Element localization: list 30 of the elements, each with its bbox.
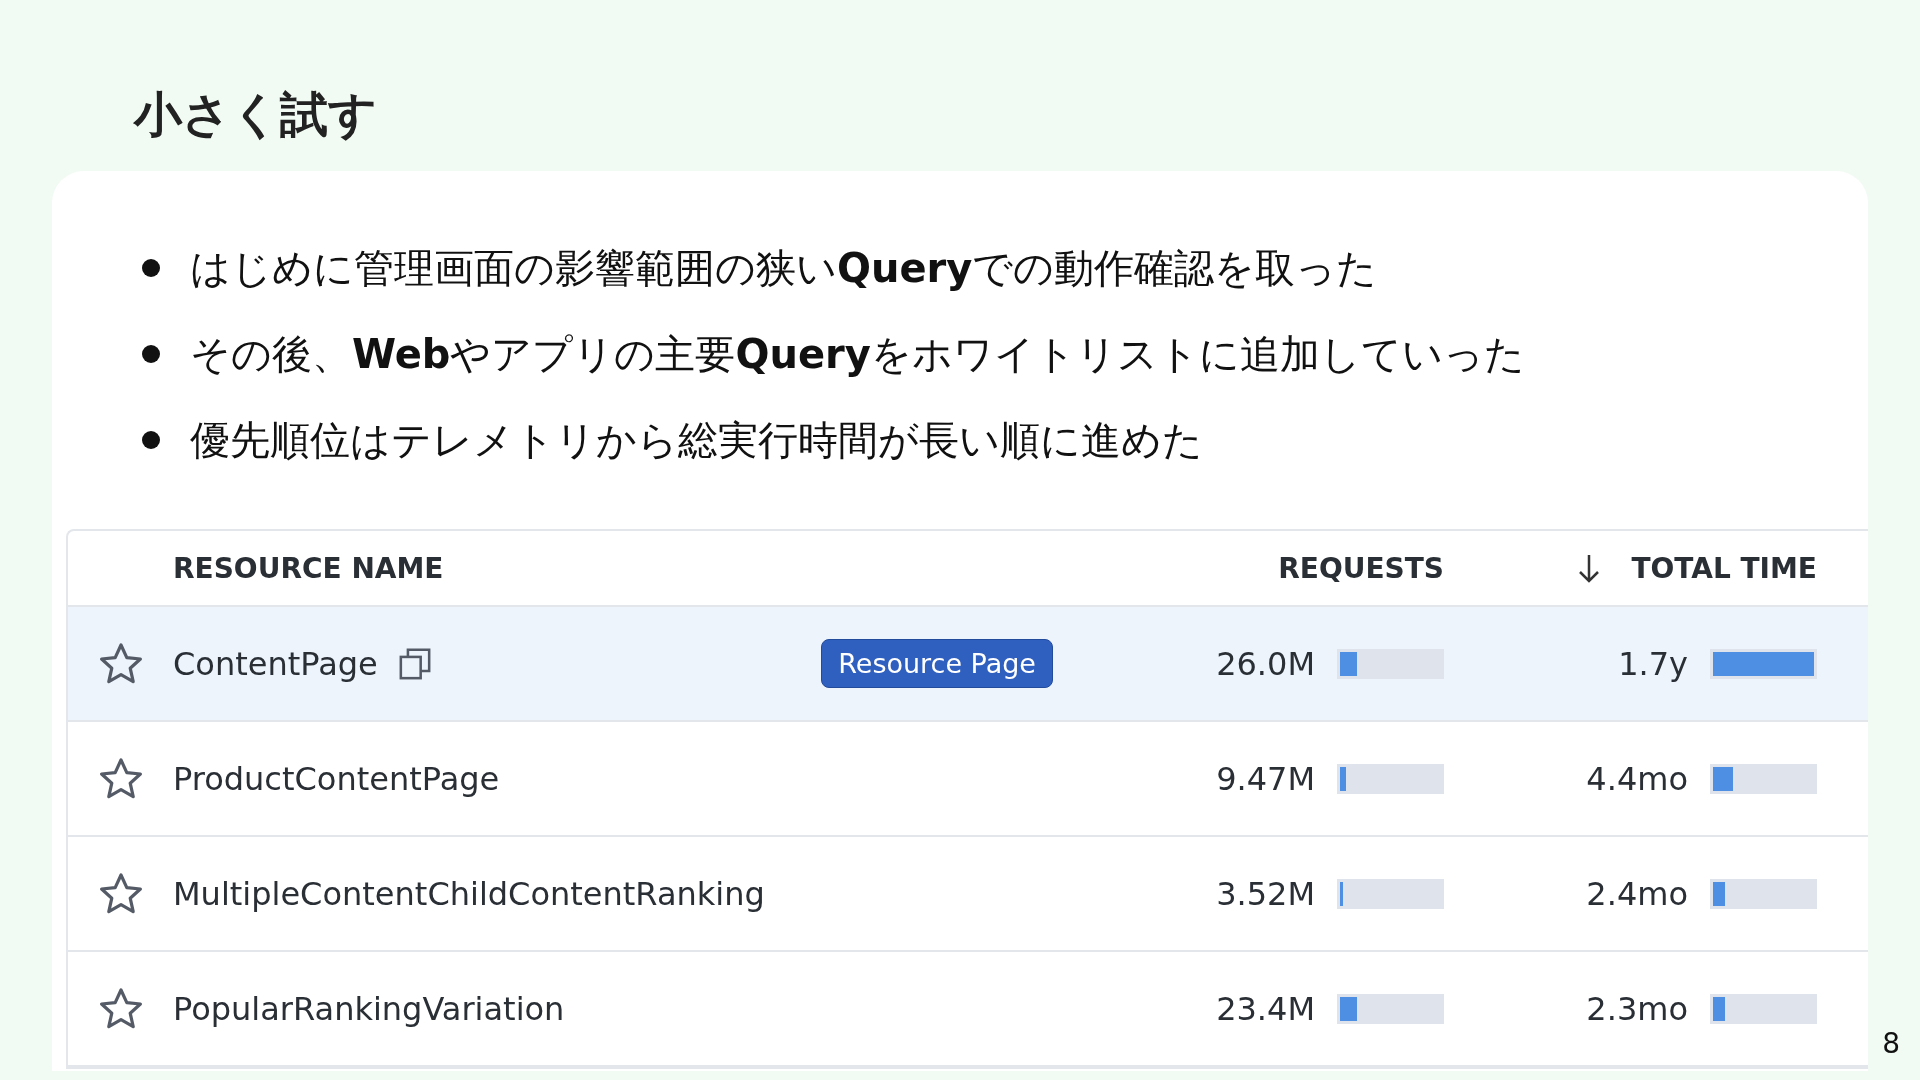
sort-arrow-icon [1577, 552, 1602, 584]
slide-title: 小さく試す [134, 85, 377, 144]
copy-icon[interactable] [397, 646, 432, 681]
resource-name: PopularRankingVariation [173, 989, 565, 1028]
bullet-icon [142, 345, 160, 363]
table-row[interactable]: ProductContentPage 9.47M 4.4mo [68, 722, 1868, 837]
page-number: 8 [1882, 1027, 1900, 1060]
bullet-icon [142, 431, 160, 449]
table-row[interactable]: MultipleContentChildContentRanking 3.52M 2.4mo [68, 837, 1868, 952]
requests-value: 26.0M [1216, 644, 1315, 683]
table-row[interactable]: ContentPage Resource Page 26.0M 1.7y [68, 607, 1868, 722]
bullet-text: 優先順位はテレメトリから総実行時間が長い順に進めた [190, 415, 1203, 465]
requests-value: 3.52M [1216, 874, 1315, 913]
total-time-value: 2.3mo [1586, 989, 1688, 1028]
resource-name: ProductContentPage [173, 759, 500, 798]
column-header[interactable]: TOTAL TIME [1444, 551, 1817, 585]
bullet-text: その後、Webやアプリの主要Queryをホワイトリストに追加していった [190, 329, 1525, 379]
table-row[interactable]: PopularRankingVariation 23.4M 2.3mo [68, 952, 1868, 1067]
resource-name: MultipleContentChildContentRanking [173, 874, 765, 913]
bullet-text: はじめに管理画面の影響範囲の狭いQueryでの動作確認を取った [190, 243, 1378, 293]
total-time-value: 1.7y [1618, 644, 1688, 683]
resource-name: ContentPage [173, 644, 378, 683]
bullet-icon [142, 259, 160, 277]
total-time-value: 2.4mo [1586, 874, 1688, 913]
resource-page-button[interactable]: Resource Page [821, 639, 1053, 688]
column-header[interactable]: RESOURCE NAME [173, 551, 1073, 585]
column-header[interactable]: REQUESTS [1073, 551, 1444, 585]
total-time-value: 4.4mo [1586, 759, 1688, 798]
requests-value: 23.4M [1216, 989, 1315, 1028]
requests-value: 9.47M [1216, 759, 1315, 798]
